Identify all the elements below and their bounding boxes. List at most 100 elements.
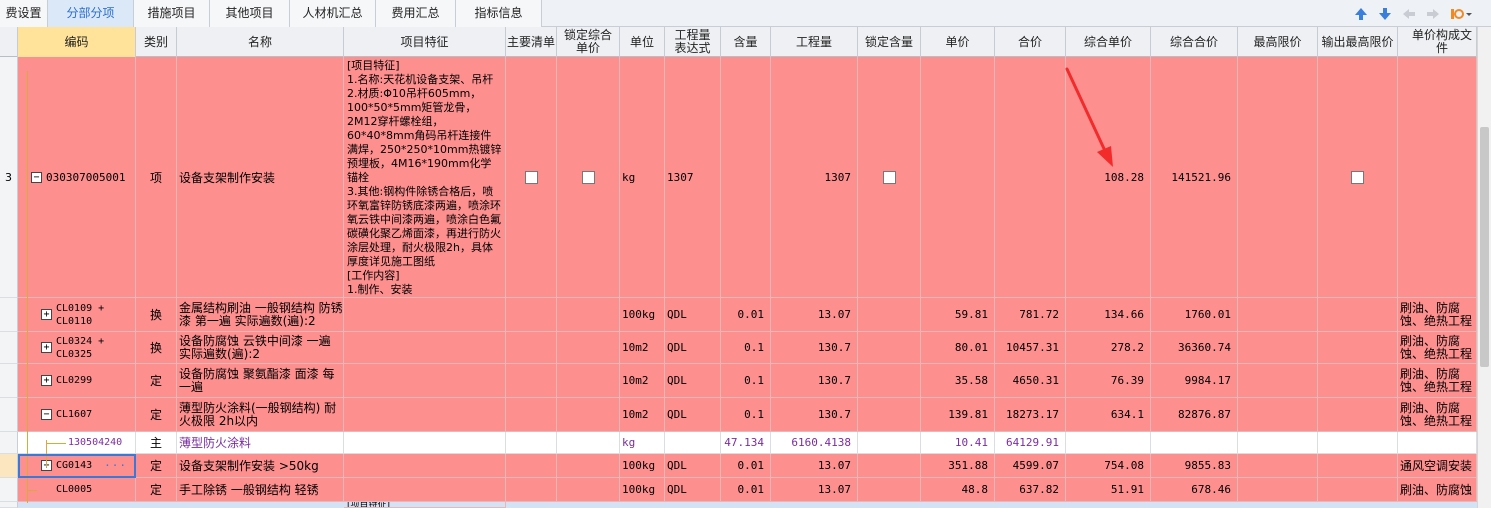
category-cell[interactable]: 项 [136,57,177,298]
code-cell[interactable]: + CL0299 [18,364,136,398]
unit-price-cell[interactable]: 351.88 [921,454,995,478]
code-cell[interactable]: 130504240 [18,432,136,454]
comp-total-price-cell[interactable]: 141521.96 [1151,57,1238,298]
code-cell[interactable]: − 030307005001 [18,57,136,298]
header-unit-price[interactable]: 单价 [921,27,995,57]
comp-total-price-cell[interactable]: 9855.83 [1151,454,1238,478]
table-row-quota[interactable]: − CL1607 定 薄型防火涂料(一般钢结构) 耐火极限 2h以内 10m2 … [0,398,1477,432]
name-cell[interactable]: 设备防腐蚀 聚氨酯漆 面漆 每一遍 [177,364,344,398]
price-file-cell[interactable] [1398,57,1477,298]
qty-expr-cell[interactable]: QDL [665,398,721,432]
unit-price-cell[interactable]: 139.81 [921,398,995,432]
table-row-quota[interactable]: CL0005 定 手工除锈 一般钢结构 轻锈 100kg QDL 0.01 13… [0,478,1477,502]
content-cell[interactable]: 47.134 [721,432,771,454]
comp-unit-price-cell[interactable]: 76.39 [1066,364,1151,398]
max-price-cell[interactable] [1238,398,1318,432]
max-price-cell[interactable] [1238,332,1318,364]
tab-other-items[interactable]: 其他项目 [210,0,290,27]
unit-price-cell[interactable] [921,57,995,298]
header-total-price[interactable]: 合价 [995,27,1066,57]
code-cell[interactable]: − CL1607 [18,398,136,432]
total-price-cell[interactable]: 781.72 [995,298,1066,332]
price-file-cell[interactable]: 刷油、防腐蚀、绝热工程 [1398,398,1477,432]
code-cell[interactable]: + CG0143 ··· [18,454,136,478]
category-cell[interactable]: 主 [136,432,177,454]
content-cell[interactable]: 0.1 [721,398,771,432]
feature-cell[interactable] [344,454,506,478]
qty-expr-cell[interactable]: QDL [665,454,721,478]
scrollbar-thumb[interactable] [1480,127,1489,367]
quantity-cell[interactable]: 6160.4138 [771,432,858,454]
unit-cell[interactable]: 10m2 [620,364,665,398]
collapse-toggle[interactable]: − [41,409,52,420]
qty-expr-cell[interactable]: QDL [665,298,721,332]
price-file-cell[interactable]: 刷油、防腐蚀 [1398,478,1477,502]
quantity-cell[interactable]: 13.07 [771,478,858,502]
code-cell[interactable]: + CL0324 + CL0325 [18,332,136,364]
comp-total-price-cell[interactable] [1151,432,1238,454]
qty-expr-cell[interactable] [665,432,721,454]
unit-cell[interactable]: 100kg [620,298,665,332]
lock-content-checkbox[interactable] [882,170,896,184]
feature-cell[interactable]: [项目特征] 1.名称:天花机设备支架、吊杆 2.材质:Φ10吊杆605mm，1… [344,57,506,298]
header-feature[interactable]: 项目特征 [344,27,506,57]
qty-expr-cell[interactable]: QDL [665,332,721,364]
unit-cell[interactable]: 10m2 [620,332,665,364]
name-cell[interactable]: 金属结构刷油 一般钢结构 防锈漆 第一遍 实际遍数(遍):2 [177,298,344,332]
tab-labor-material-summary[interactable]: 人材机汇总 [290,0,376,27]
quantity-cell[interactable]: 130.7 [771,398,858,432]
max-price-cell[interactable] [1238,364,1318,398]
total-price-cell[interactable]: 637.82 [995,478,1066,502]
header-category[interactable]: 类别 [136,27,177,57]
output-max-price-checkbox[interactable] [1351,170,1364,184]
expand-toggle[interactable]: + [41,342,52,353]
comp-total-price-cell[interactable]: 678.46 [1151,478,1238,502]
max-price-cell[interactable] [1238,57,1318,298]
price-file-cell[interactable]: 通风空调安装 [1398,454,1477,478]
tab-measures[interactable]: 措施项目 [134,0,210,27]
comp-total-price-cell[interactable]: 36360.74 [1151,332,1238,364]
header-output-max-price[interactable]: 输出最高限价 [1318,27,1398,57]
name-cell[interactable]: 手工除锈 一般钢结构 轻锈 [177,478,344,502]
total-price-cell[interactable] [995,57,1066,298]
header-main-list[interactable]: 主要清单 [506,27,557,57]
more-options-button[interactable]: ··· [104,459,127,472]
total-price-cell[interactable]: 18273.17 [995,398,1066,432]
content-cell[interactable] [721,57,771,298]
content-cell[interactable]: 0.01 [721,478,771,502]
max-price-cell[interactable] [1238,432,1318,454]
category-cell[interactable]: 定 [136,364,177,398]
max-price-cell[interactable] [1238,454,1318,478]
code-cell[interactable]: + CL0109 + CL0110 [18,298,136,332]
feature-cell[interactable] [344,332,506,364]
header-max-price[interactable]: 最高限价 [1238,27,1318,57]
arrow-up-icon[interactable] [1353,6,1369,22]
price-file-cell[interactable] [1398,432,1477,454]
price-file-cell[interactable]: 刷油、防腐蚀、绝热工程 [1398,364,1477,398]
category-cell[interactable]: 换 [136,332,177,364]
expand-toggle[interactable]: + [41,375,52,386]
unit-cell[interactable]: 10m2 [620,398,665,432]
content-cell[interactable]: 0.1 [721,364,771,398]
qty-expr-cell[interactable]: QDL [665,364,721,398]
name-cell[interactable]: 设备支架制作安装 [177,57,344,298]
max-price-cell[interactable] [1238,478,1318,502]
collapse-toggle[interactable]: − [31,171,42,183]
header-unit[interactable]: 单位 [620,27,665,57]
table-row-quota[interactable]: + CL0299 定 设备防腐蚀 聚氨酯漆 面漆 每一遍 10m2 QDL 0.… [0,364,1477,398]
table-row-quota-selected[interactable]: + CG0143 ··· 定 设备支架制作安装 >50kg 100kg QDL … [0,454,1477,478]
unit-price-cell[interactable]: 48.8 [921,478,995,502]
category-cell[interactable]: 定 [136,454,177,478]
comp-unit-price-cell[interactable]: 754.08 [1066,454,1151,478]
unit-price-cell[interactable]: 59.81 [921,298,995,332]
header-code[interactable]: 编码 [18,27,136,57]
comp-unit-price-cell[interactable]: 108.28 [1066,57,1151,298]
name-cell[interactable]: 设备防腐蚀 云铁中间漆 一遍 实际遍数(遍):2 [177,332,344,364]
arrow-right-icon[interactable] [1425,6,1441,22]
comp-total-price-cell[interactable]: 82876.87 [1151,398,1238,432]
tab-fee-summary[interactable]: 费用汇总 [376,0,456,27]
total-price-cell[interactable]: 4599.07 [995,454,1066,478]
unit-price-cell[interactable]: 10.41 [921,432,995,454]
expand-toggle[interactable]: + [41,309,52,320]
content-cell[interactable]: 0.1 [721,332,771,364]
